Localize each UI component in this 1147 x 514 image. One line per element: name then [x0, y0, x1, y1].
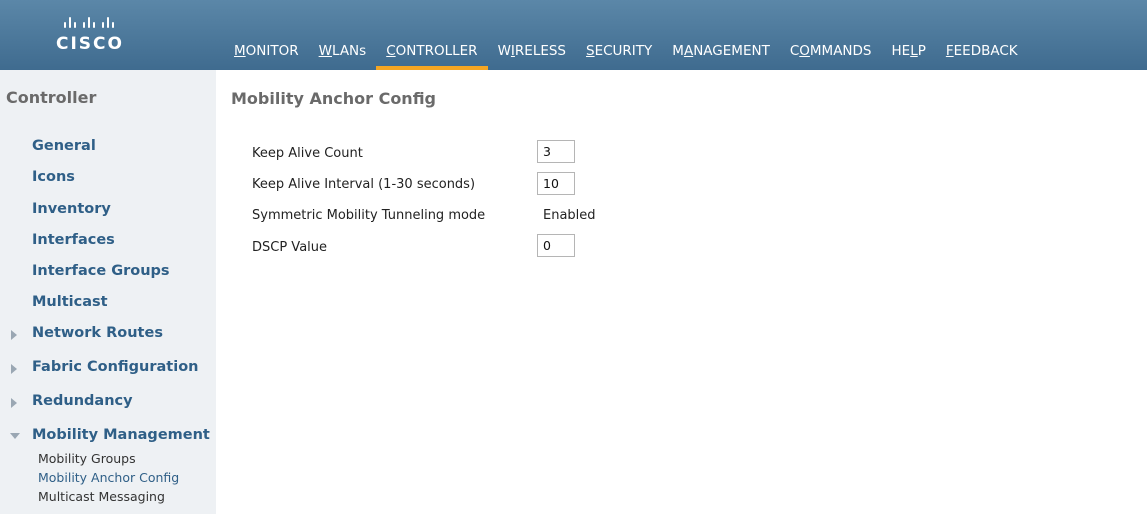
nav-wireless[interactable]: WIRELESS	[488, 37, 576, 70]
nav-commands[interactable]: COMMANDS	[780, 37, 882, 70]
sidebar: Controller General Icons Inventory Inter…	[0, 70, 216, 514]
nav-controller[interactable]: CONTROLLER	[376, 37, 488, 70]
nav-help[interactable]: HELP	[882, 37, 936, 70]
nav-security[interactable]: SECURITY	[576, 37, 662, 70]
collapse-arrow-icon[interactable]	[10, 433, 20, 439]
sidebar-item-inventory[interactable]: Inventory	[32, 201, 111, 217]
cisco-wordmark: CISCO	[56, 34, 124, 54]
nav-monitor[interactable]: MONITOR	[224, 37, 309, 70]
nav-management[interactable]: MANAGEMENT	[662, 37, 780, 70]
sidebar-item-multicast[interactable]: Multicast	[32, 294, 108, 310]
keep-alive-count-field[interactable]	[537, 140, 575, 163]
keep-alive-interval-field[interactable]	[537, 172, 575, 195]
sidebar-subitem-multicast-messaging[interactable]: Multicast Messaging	[38, 489, 165, 504]
main-nav: MONITOR WLANs CONTROLLER WIRELESS SECURI…	[224, 37, 1028, 70]
sidebar-item-mobility-management[interactable]: Mobility Management	[32, 427, 210, 443]
cisco-logo: CISCO	[56, 8, 146, 60]
top-header-bar: CISCO MONITOR WLANs CONTROLLER WIRELESS …	[0, 0, 1147, 70]
expand-arrow-icon[interactable]	[11, 364, 17, 374]
keep-alive-count-label: Keep Alive Count	[252, 146, 363, 161]
dscp-value-label: DSCP Value	[252, 240, 328, 255]
sidebar-subitem-mobility-groups[interactable]: Mobility Groups	[38, 451, 136, 466]
sidebar-title: Controller	[6, 88, 97, 107]
nav-feedback[interactable]: FEEDBACK	[936, 37, 1028, 70]
sidebar-item-fabric-configuration[interactable]: Fabric Configuration	[32, 359, 198, 375]
sidebar-item-icons[interactable]: Icons	[32, 169, 75, 185]
cisco-bars-icon	[64, 8, 146, 28]
sidebar-item-interfaces[interactable]: Interfaces	[32, 232, 115, 248]
dscp-value-field[interactable]	[537, 234, 575, 257]
symmetric-tunneling-value: Enabled	[543, 208, 596, 223]
sidebar-item-network-routes[interactable]: Network Routes	[32, 325, 163, 341]
sidebar-item-redundancy[interactable]: Redundancy	[32, 393, 133, 409]
expand-arrow-icon[interactable]	[11, 398, 17, 408]
keep-alive-interval-label: Keep Alive Interval (1-30 seconds)	[252, 177, 476, 192]
sidebar-item-interface-groups[interactable]: Interface Groups	[32, 263, 170, 279]
sidebar-item-general[interactable]: General	[32, 138, 96, 154]
sidebar-subitem-mobility-anchor-config[interactable]: Mobility Anchor Config	[38, 470, 179, 485]
page-title: Mobility Anchor Config	[231, 89, 437, 108]
symmetric-tunneling-label: Symmetric Mobility Tunneling mode	[252, 208, 486, 223]
nav-wlans[interactable]: WLANs	[309, 37, 377, 70]
expand-arrow-icon[interactable]	[11, 330, 17, 340]
